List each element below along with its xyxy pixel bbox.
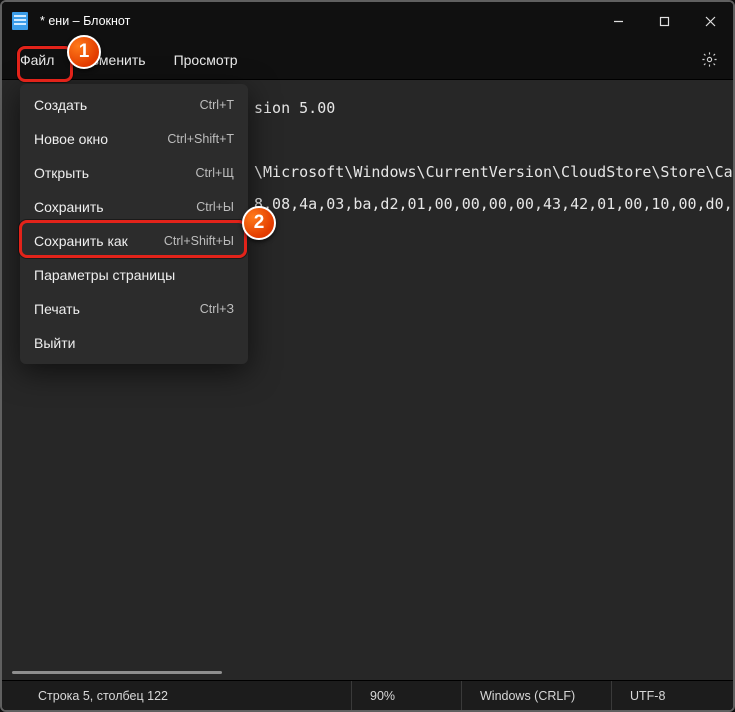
window-title: * ени – Блокнот bbox=[40, 14, 130, 28]
menu-item-shortcut: Ctrl+Ы bbox=[196, 200, 234, 214]
notepad-icon bbox=[12, 12, 28, 30]
menu-item-print[interactable]: Печать Ctrl+З bbox=[20, 292, 248, 326]
menu-item-exit[interactable]: Выйти bbox=[20, 326, 248, 360]
menu-item-label: Параметры страницы bbox=[34, 267, 234, 283]
menu-item-label: Сохранить bbox=[34, 199, 196, 215]
menu-item-new[interactable]: Создать Ctrl+T bbox=[20, 88, 248, 122]
statusbar: Строка 5, столбец 122 90% Windows (CRLF)… bbox=[2, 680, 733, 710]
status-zoom[interactable]: 90% bbox=[351, 681, 461, 710]
menu-item-shortcut: Ctrl+T bbox=[200, 98, 234, 112]
close-button[interactable] bbox=[687, 2, 733, 40]
menu-view-label: Просмотр bbox=[174, 52, 238, 68]
menu-item-save-as[interactable]: Сохранить как Ctrl+Shift+Ы bbox=[20, 224, 248, 258]
status-encoding[interactable]: UTF-8 bbox=[611, 681, 721, 710]
menubar: Файл Изменить Просмотр bbox=[2, 40, 733, 80]
menu-item-page-setup[interactable]: Параметры страницы bbox=[20, 258, 248, 292]
menu-file[interactable]: Файл bbox=[6, 46, 68, 74]
horizontal-scrollbar-thumb[interactable] bbox=[12, 671, 222, 674]
menu-item-label: Выйти bbox=[34, 335, 234, 351]
menu-file-label: Файл bbox=[20, 52, 54, 68]
settings-button[interactable] bbox=[699, 50, 719, 70]
menu-item-new-window[interactable]: Новое окно Ctrl+Shift+T bbox=[20, 122, 248, 156]
minimize-button[interactable] bbox=[595, 2, 641, 40]
menu-item-label: Создать bbox=[34, 97, 200, 113]
titlebar[interactable]: * ени – Блокнот bbox=[2, 2, 733, 40]
menu-item-label: Сохранить как bbox=[34, 233, 164, 249]
menu-item-shortcut: Ctrl+Shift+Ы bbox=[164, 234, 234, 248]
menu-item-label: Открыть bbox=[34, 165, 196, 181]
status-eol[interactable]: Windows (CRLF) bbox=[461, 681, 611, 710]
menu-item-label: Печать bbox=[34, 301, 200, 317]
status-position: Строка 5, столбец 122 bbox=[14, 689, 351, 703]
file-menu-dropdown: Создать Ctrl+T Новое окно Ctrl+Shift+T О… bbox=[20, 84, 248, 364]
menu-item-shortcut: Ctrl+Shift+T bbox=[167, 132, 234, 146]
menu-edit[interactable]: Изменить bbox=[68, 46, 159, 74]
menu-edit-label: Изменить bbox=[82, 52, 145, 68]
menu-item-open[interactable]: Открыть Ctrl+Щ bbox=[20, 156, 248, 190]
menu-item-save[interactable]: Сохранить Ctrl+Ы bbox=[20, 190, 248, 224]
maximize-button[interactable] bbox=[641, 2, 687, 40]
menu-view[interactable]: Просмотр bbox=[160, 46, 252, 74]
menu-item-shortcut: Ctrl+Щ bbox=[196, 166, 234, 180]
menu-item-shortcut: Ctrl+З bbox=[200, 302, 234, 316]
menu-item-label: Новое окно bbox=[34, 131, 167, 147]
